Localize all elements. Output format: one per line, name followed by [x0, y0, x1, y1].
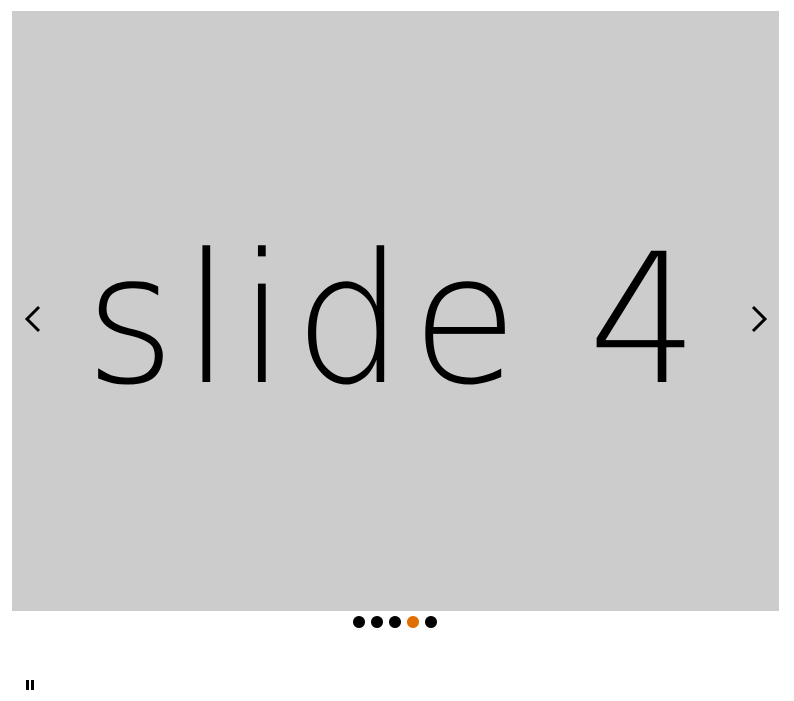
pause-button[interactable] — [26, 680, 36, 691]
pause-icon — [26, 680, 29, 690]
chevron-left-icon — [24, 305, 41, 333]
slide-indicators — [353, 616, 437, 628]
slide-indicator-1[interactable] — [353, 616, 365, 628]
slide-indicator-2[interactable] — [371, 616, 383, 628]
slide-indicator-4[interactable] — [407, 616, 419, 628]
carousel: slide 4 — [12, 11, 779, 611]
slide-label: slide 4 — [85, 216, 706, 425]
slide-indicator-5[interactable] — [425, 616, 437, 628]
prev-slide-button[interactable] — [20, 299, 44, 339]
chevron-right-icon — [751, 305, 768, 333]
pause-icon — [31, 680, 34, 690]
next-slide-button[interactable] — [748, 299, 772, 339]
slide-indicator-3[interactable] — [389, 616, 401, 628]
